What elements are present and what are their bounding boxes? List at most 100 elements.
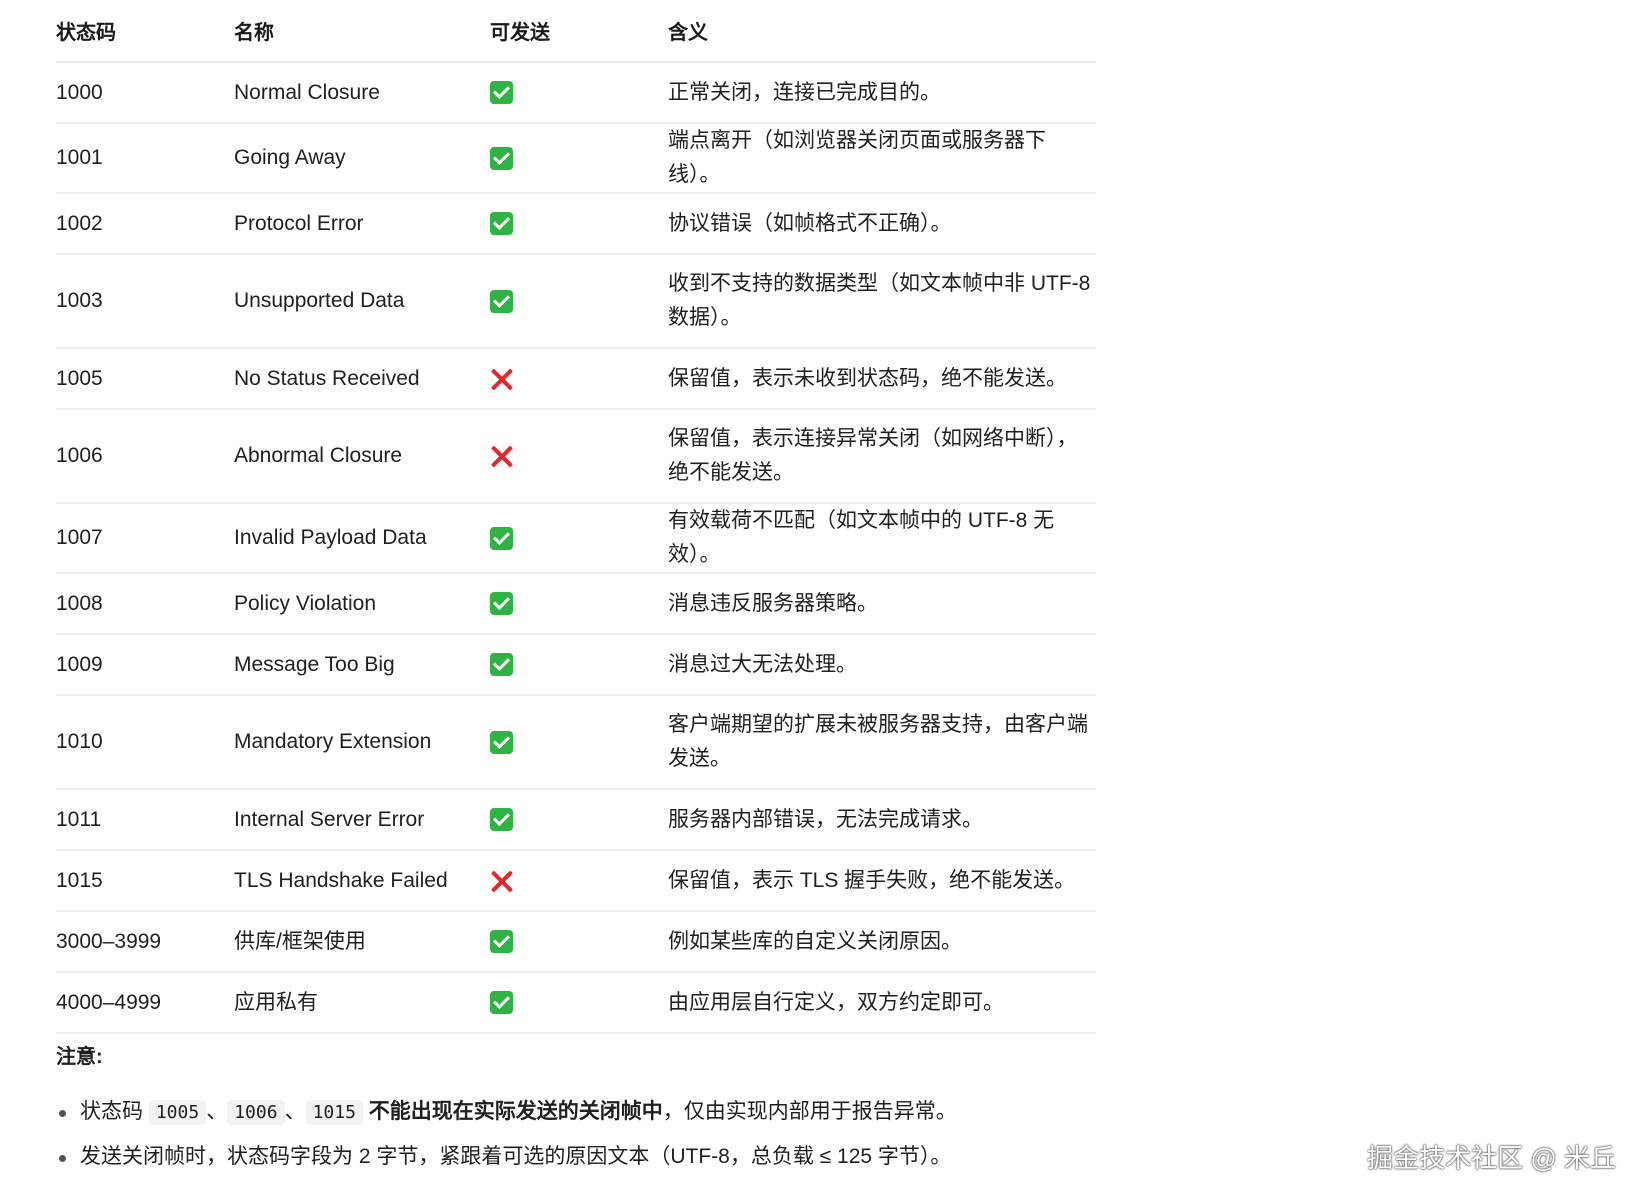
check-mark-icon xyxy=(490,730,513,754)
row-code: 1011 xyxy=(56,789,234,851)
table-header-row: 状态码 名称 可发送 含义 xyxy=(56,0,1096,63)
table-row: 1002 Protocol Error 协议错误（如帧格式不正确）。 xyxy=(56,193,1096,255)
row-code: 1006 xyxy=(56,409,234,504)
table-row: 1005 No Status Received 保留值，表示未收到状态码，绝不能… xyxy=(56,348,1096,410)
table-row: 1015 TLS Handshake Failed 保留值，表示 TLS 握手失… xyxy=(56,850,1096,912)
table-row: 3000–3999 供库/框架使用 例如某些库的自定义关闭原因。 xyxy=(56,911,1096,973)
table-row: 1003 Unsupported Data 收到不支持的数据类型（如文本帧中非 … xyxy=(56,254,1096,349)
row-code: 1015 xyxy=(56,850,234,912)
row-sendable xyxy=(490,850,668,912)
notes-list: 状态码 1005、 1006、 1015 不能出现在实际发送的关闭帧中，仅由实现内部… xyxy=(56,1090,957,1179)
row-code: 1009 xyxy=(56,634,234,696)
row-sendable xyxy=(490,634,668,696)
row-sendable xyxy=(490,254,668,349)
row-meaning: 客户端期望的扩展未被服务器支持，由客户端发送。 xyxy=(668,695,1096,790)
row-code: 1005 xyxy=(56,348,234,410)
row-sendable xyxy=(490,62,668,124)
row-name: Policy Violation xyxy=(234,573,490,635)
check-mark-icon xyxy=(490,526,513,550)
table-row: 1006 Abnormal Closure 保留值，表示连接异常关闭（如网络中断… xyxy=(56,409,1096,504)
inline-code: 1005 xyxy=(148,1100,207,1125)
header-name: 名称 xyxy=(234,0,490,63)
table-row: 4000–4999 应用私有 由应用层自行定义，双方约定即可。 xyxy=(56,972,1096,1034)
header-sendable: 可发送 xyxy=(490,0,668,63)
row-name: Abnormal Closure xyxy=(234,409,490,504)
table-row: 1000 Normal Closure 正常关闭，连接已完成目的。 xyxy=(56,62,1096,124)
check-mark-icon xyxy=(490,289,513,313)
note1-emphasis: 不能出现在实际发送的关闭帧中 xyxy=(368,1100,663,1123)
row-sendable xyxy=(490,911,668,973)
table-row: 1008 Policy Violation 消息违反服务器策略。 xyxy=(56,573,1096,635)
row-sendable xyxy=(490,348,668,410)
row-sendable xyxy=(490,789,668,851)
row-meaning: 保留值，表示未收到状态码，绝不能发送。 xyxy=(668,348,1096,410)
row-name: Going Away xyxy=(234,123,490,194)
row-meaning: 协议错误（如帧格式不正确）。 xyxy=(668,193,1096,255)
row-sendable xyxy=(490,573,668,635)
page: 状态码 名称 可发送 含义 1000 Normal Closure 正常关闭，连… xyxy=(0,0,1634,1198)
row-sendable xyxy=(490,123,668,194)
row-name: TLS Handshake Failed xyxy=(234,850,490,912)
watermark: 掘金技术社区 @ 米丘 xyxy=(1367,1143,1616,1173)
row-sendable xyxy=(490,409,668,504)
row-name: No Status Received xyxy=(234,348,490,410)
note1-separator: 、 xyxy=(284,1100,306,1123)
row-meaning: 服务器内部错误，无法完成请求。 xyxy=(668,789,1096,851)
row-name: Protocol Error xyxy=(234,193,490,255)
table-row: 1009 Message Too Big 消息过大无法处理。 xyxy=(56,634,1096,696)
row-name: Normal Closure xyxy=(234,62,490,124)
row-code: 3000–3999 xyxy=(56,911,234,973)
row-code: 1007 xyxy=(56,503,234,574)
check-mark-icon xyxy=(490,930,513,954)
row-meaning: 由应用层自行定义，双方约定即可。 xyxy=(668,972,1096,1034)
row-code: 1003 xyxy=(56,254,234,349)
row-name: Message Too Big xyxy=(234,634,490,696)
notes-title-text: 注意 xyxy=(56,1046,96,1068)
table-row: 1010 Mandatory Extension 客户端期望的扩展未被服务器支持… xyxy=(56,695,1096,790)
row-meaning: 正常关闭，连接已完成目的。 xyxy=(668,62,1096,124)
row-meaning: 保留值，表示连接异常关闭（如网络中断），绝不能发送。 xyxy=(668,409,1096,504)
row-meaning: 例如某些库的自定义关闭原因。 xyxy=(668,911,1096,973)
row-name: Mandatory Extension xyxy=(234,695,490,790)
cross-mark-icon xyxy=(490,444,514,468)
note1-prefix: 状态码 xyxy=(80,1100,143,1123)
row-name: 应用私有 xyxy=(234,972,490,1034)
row-meaning: 保留值，表示 TLS 握手失败，绝不能发送。 xyxy=(668,850,1096,912)
row-code: 1000 xyxy=(56,62,234,124)
row-name: 供库/框架使用 xyxy=(234,911,490,973)
header-status-code: 状态码 xyxy=(56,0,234,63)
table-row: 1001 Going Away 端点离开（如浏览器关闭页面或服务器下线）。 xyxy=(56,123,1096,194)
check-mark-icon xyxy=(490,146,513,170)
cross-mark-icon xyxy=(490,367,514,391)
row-meaning: 消息过大无法处理。 xyxy=(668,634,1096,696)
row-sendable xyxy=(490,193,668,255)
row-code: 1008 xyxy=(56,573,234,635)
row-name: Invalid Payload Data xyxy=(234,503,490,574)
row-code: 1002 xyxy=(56,193,234,255)
row-meaning: 消息违反服务器策略。 xyxy=(668,573,1096,635)
row-sendable xyxy=(490,695,668,790)
inline-code: 1006 xyxy=(227,1100,285,1125)
row-meaning: 端点离开（如浏览器关闭页面或服务器下线）。 xyxy=(668,123,1096,194)
header-meaning: 含义 xyxy=(668,0,1096,63)
row-name: Internal Server Error xyxy=(234,789,490,851)
check-mark-icon xyxy=(490,81,513,105)
cross-mark-icon xyxy=(490,869,514,893)
note1-suffix: ，仅由实现内部用于报告异常。 xyxy=(662,1100,957,1123)
check-mark-icon xyxy=(490,592,513,616)
notes-title: 注意: xyxy=(56,1040,103,1069)
check-mark-icon xyxy=(490,991,513,1015)
row-sendable xyxy=(490,503,668,574)
note2-text: 发送关闭帧时，状态码字段为 2 字节，紧跟着可选的原因文本（UTF-8，总负载 … xyxy=(80,1145,952,1168)
row-meaning: 收到不支持的数据类型（如文本帧中非 UTF-8 数据）。 xyxy=(668,254,1096,349)
row-name: Unsupported Data xyxy=(234,254,490,349)
list-item: 状态码 1005、 1006、 1015 不能出现在实际发送的关闭帧中，仅由实现内部… xyxy=(56,1090,957,1135)
row-code: 1010 xyxy=(56,695,234,790)
table-row: 1007 Invalid Payload Data 有效载荷不匹配（如文本帧中的… xyxy=(56,503,1096,574)
row-meaning: 有效载荷不匹配（如文本帧中的 UTF-8 无效）。 xyxy=(668,503,1096,574)
notes-title-colon: : xyxy=(96,1046,103,1068)
list-item: 发送关闭帧时，状态码字段为 2 字节，紧跟着可选的原因文本（UTF-8，总负载 … xyxy=(56,1135,957,1179)
check-mark-icon xyxy=(490,653,513,677)
row-code: 4000–4999 xyxy=(56,972,234,1034)
inline-code: 1015 xyxy=(305,1100,363,1125)
